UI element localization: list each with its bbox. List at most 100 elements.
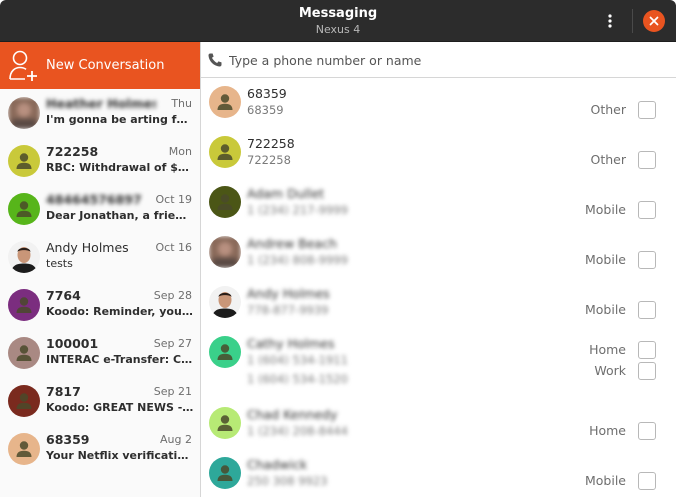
contact-item[interactable]: 722258 722258 Other [201, 128, 676, 178]
contact-number: 250 308 9923 [247, 474, 328, 488]
contact-name: Andy Holmes [247, 286, 330, 301]
conversation-date: Sep 28 [153, 289, 192, 302]
select-number-checkbox[interactable] [638, 472, 656, 490]
select-number-checkbox[interactable] [638, 251, 656, 269]
vertical-dots-icon [608, 14, 612, 28]
message-preview: Dear Jonathan, a friendl... [46, 209, 194, 222]
close-button[interactable] [643, 10, 665, 32]
message-preview: Koodo: GREAT NEWS - A... [46, 401, 194, 414]
avatar [209, 286, 241, 318]
conversation-item[interactable]: Andy Holmes Oct 16 tests [0, 233, 200, 281]
contact-number: 722258 [247, 153, 291, 167]
conversation-item[interactable]: 722258 Mon RBC: Withdrawal of $2.59... [0, 137, 200, 185]
avatar [209, 186, 241, 218]
add-contact-icon [9, 50, 37, 81]
select-number-checkbox[interactable] [638, 422, 656, 440]
conversation-name: 100001 [46, 336, 99, 351]
avatar [209, 86, 241, 118]
avatar [8, 241, 40, 273]
contact-item[interactable]: Chad Kennedy 1 (234) 208-8444 Home [201, 399, 676, 449]
header-bar: Messaging Nexus 4 [0, 0, 676, 42]
conversation-name: 722258 [46, 144, 99, 159]
recipient-search-input[interactable] [229, 48, 659, 72]
contact-item[interactable]: 68359 68359 Other [201, 78, 676, 128]
avatar [209, 457, 241, 489]
person-icon [209, 407, 241, 439]
conversation-name: 48464576897 [46, 192, 142, 207]
contact-number: 1 (604) 534-1911 [247, 353, 348, 367]
select-number-checkbox[interactable] [638, 341, 656, 359]
contact-item[interactable]: Andrew Beach 1 (234) 808-9999 Mobile [201, 228, 676, 278]
phone-type-label: Home [589, 423, 626, 438]
conversation-item[interactable]: Heather Holmes Thu I'm gonna be arting for… [0, 89, 200, 137]
contact-photo [209, 236, 241, 268]
conversation-date: Sep 21 [153, 385, 192, 398]
contact-number: 1 (234) 217-9999 [247, 203, 348, 217]
conversation-name: 68359 [46, 432, 90, 447]
contact-photo [8, 97, 40, 129]
device-name: Nexus 4 [315, 23, 361, 36]
contact-item[interactable]: Cathy Holmes 1 (604) 534-1911 Home 1 (604) … [201, 328, 676, 399]
avatar [209, 336, 241, 368]
select-number-checkbox[interactable] [638, 201, 656, 219]
phone-type-label: Work [594, 363, 626, 378]
conversation-date: Oct 16 [155, 241, 192, 254]
message-preview: Your Netflix verification ... [46, 449, 194, 462]
conversation-item[interactable]: 100001 Sep 27 INTERAC e-Transfer: CAT... [0, 329, 200, 377]
person-icon [8, 289, 40, 321]
contact-photo [8, 241, 40, 273]
messaging-window: Messaging Nexus 4 New Conversation Heath… [0, 0, 676, 497]
conversation-item[interactable]: 7817 Sep 21 Koodo: GREAT NEWS - A... [0, 377, 200, 425]
phone-type-label: Home [589, 342, 626, 357]
contact-name: 722258 [247, 136, 295, 151]
phone-type-label: Other [590, 102, 627, 117]
person-icon [8, 337, 40, 369]
conversation-date: Mon [168, 145, 192, 158]
avatar [209, 407, 241, 439]
phone-icon [208, 53, 222, 67]
conversation-date: Thu [171, 97, 192, 110]
avatar [209, 236, 241, 268]
contact-name: Adam Dullet [247, 186, 325, 201]
select-number-checkbox[interactable] [638, 301, 656, 319]
contact-name: Andrew Beach [247, 236, 337, 251]
person-icon [209, 336, 241, 368]
contact-name: Cathy Holmes [247, 336, 335, 351]
contact-number: 778-877-9939 [247, 303, 329, 317]
conversation-item[interactable]: 7764 Sep 28 Koodo: Reminder, your 1... [0, 281, 200, 329]
person-icon [8, 145, 40, 177]
phone-type-label: Mobile [584, 473, 626, 488]
conversation-sidebar: New Conversation Heather Holmes Thu I'm go… [0, 42, 201, 497]
avatar [8, 289, 40, 321]
avatar [8, 337, 40, 369]
person-icon [209, 86, 241, 118]
contact-item[interactable]: Adam Dullet 1 (234) 217-9999 Mobile [201, 178, 676, 228]
message-preview: tests [46, 257, 73, 270]
message-preview: Koodo: Reminder, your 1... [46, 305, 194, 318]
contact-name: Chadwick [247, 457, 308, 472]
contact-name: Chad Kennedy [247, 407, 338, 422]
person-icon [8, 193, 40, 225]
contact-item[interactable]: Chadwick 250 308 9923 Mobile [201, 449, 676, 497]
select-number-checkbox[interactable] [638, 101, 656, 119]
message-preview: I'm gonna be arting for a... [46, 113, 194, 126]
phone-type-label: Mobile [584, 302, 626, 317]
avatar [8, 193, 40, 225]
new-conversation-label: New Conversation [46, 58, 165, 73]
menu-button[interactable] [598, 9, 622, 33]
new-conversation-button[interactable]: New Conversation [0, 42, 200, 89]
contact-number: 1 (234) 808-9999 [247, 253, 348, 267]
contact-item[interactable]: Andy Holmes 778-877-9939 Mobile [201, 278, 676, 328]
conversation-item[interactable]: 48464576897 Oct 19 Dear Jonathan, a friend… [0, 185, 200, 233]
conversation-date: Aug 2 [160, 433, 192, 446]
conversation-date: Oct 19 [155, 193, 192, 206]
recipient-entry-row [201, 42, 676, 78]
select-number-checkbox[interactable] [638, 151, 656, 169]
conversation-item[interactable]: 68359 Aug 2 Your Netflix verification ... [0, 425, 200, 473]
window-title: Messaging [298, 6, 378, 21]
person-icon [209, 457, 241, 489]
avatar [8, 145, 40, 177]
contact-number: 1 (604) 534-1520 [247, 372, 348, 386]
select-number-checkbox[interactable] [638, 362, 656, 380]
phone-type-label: Other [590, 152, 627, 167]
